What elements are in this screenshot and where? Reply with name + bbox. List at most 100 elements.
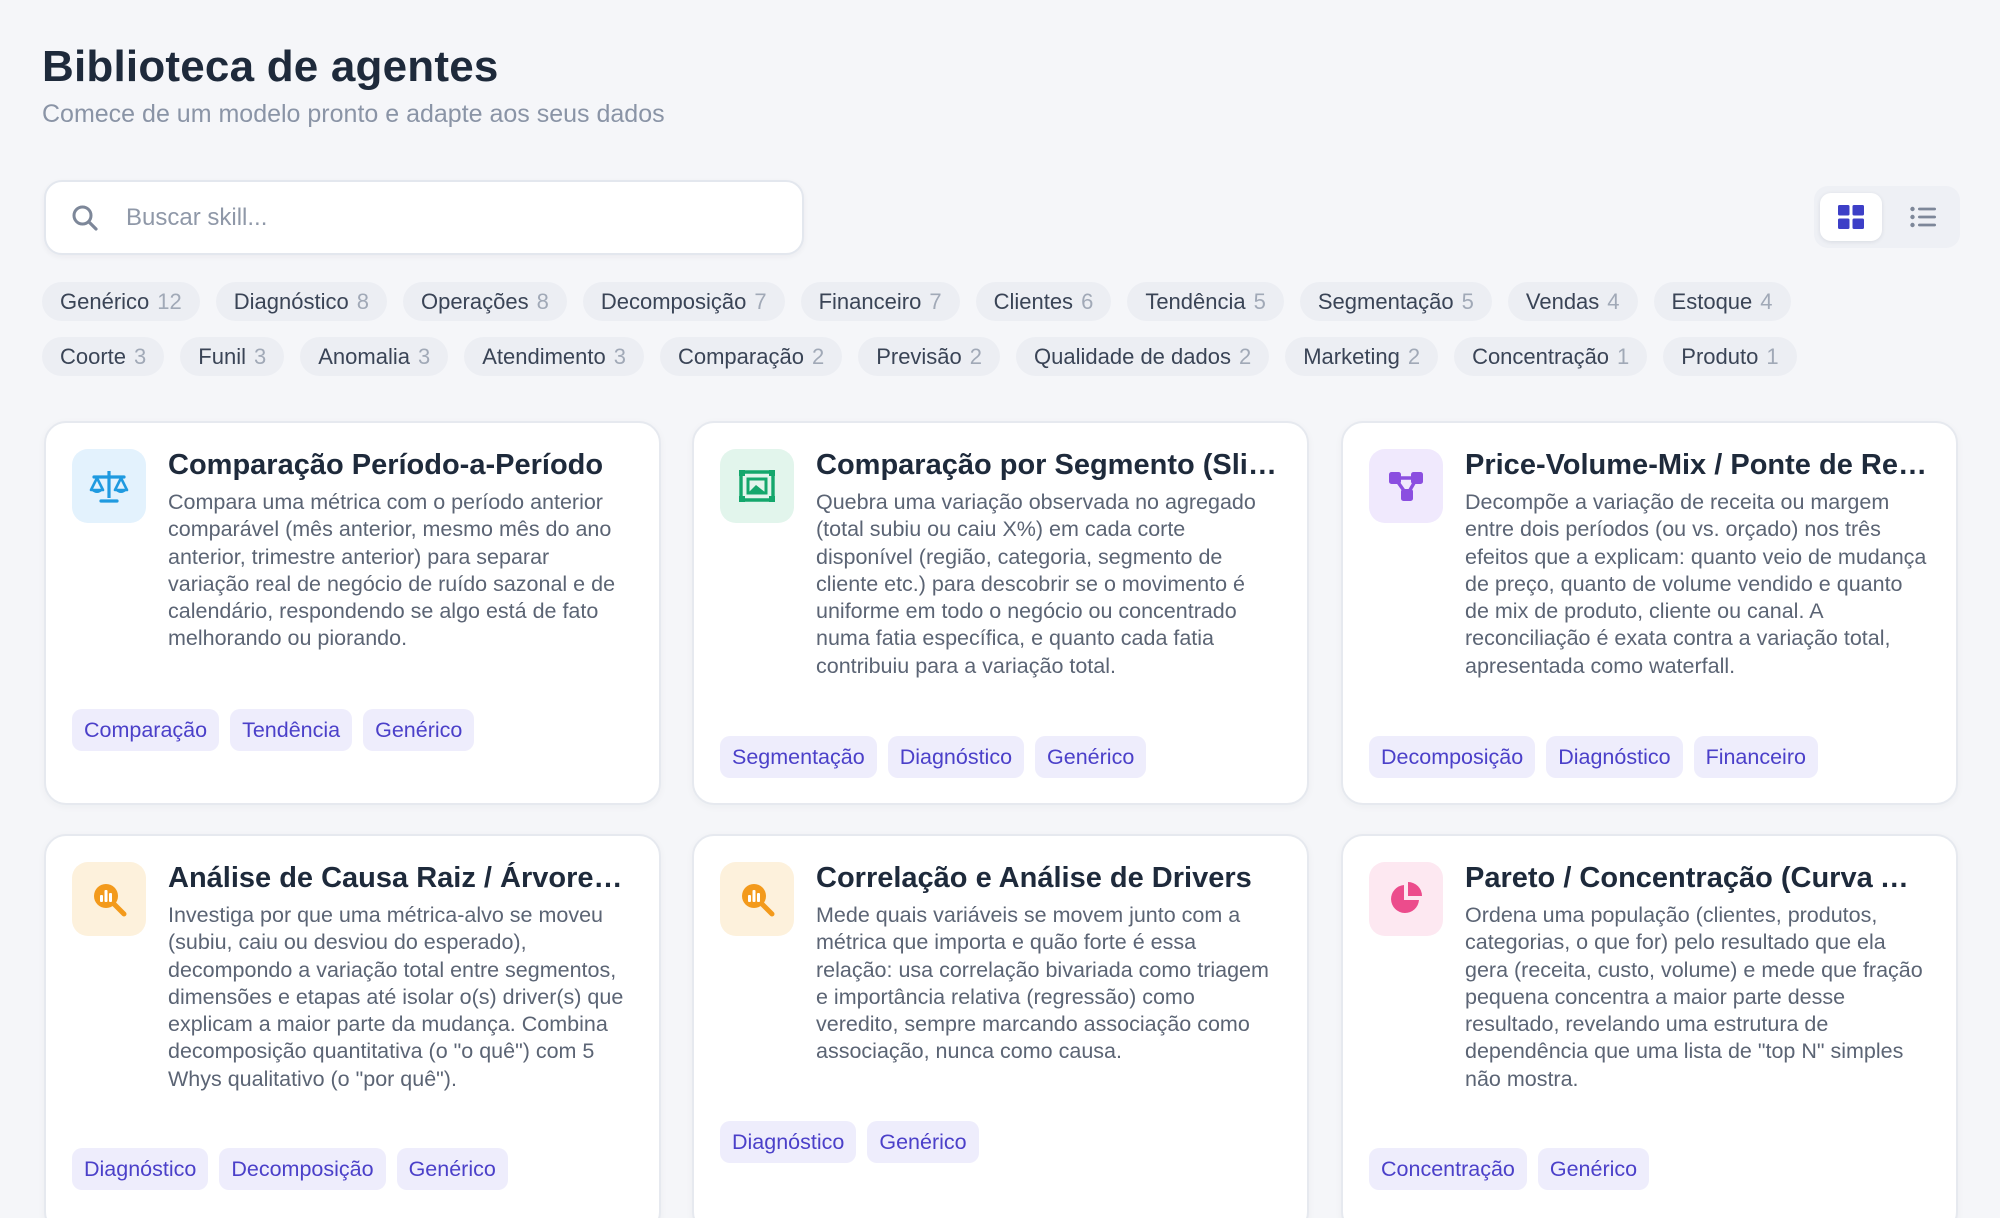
filter-chip[interactable]: Coorte 3 [42,337,165,376]
chip-label: Tendência [1145,288,1246,314]
card-description: Investiga por que uma métrica-alvo se mo… [168,903,624,1091]
chip-count: 8 [536,288,549,314]
card-tag[interactable]: Tendência [230,709,353,751]
segment-frame-icon [720,449,794,523]
chip-count: 5 [1461,288,1474,314]
chip-label: Vendas [1525,288,1600,314]
filter-chip[interactable]: Vendas 4 [1507,282,1638,321]
filter-chip[interactable]: Estoque 4 [1653,282,1791,321]
card-title: Análise de Causa Raiz / Árvore de Métric… [168,862,630,894]
filter-chip[interactable]: Marketing 2 [1285,337,1439,376]
chip-count: 2 [811,343,825,369]
filter-chip[interactable]: Tendência 5 [1127,282,1284,321]
balance-scale-icon [72,449,146,523]
chip-count: 3 [613,343,626,369]
chip-label: Diagnóstico [233,288,349,314]
filter-chip[interactable]: Operações 8 [402,282,567,321]
card-tag[interactable]: Decomposição [1369,736,1536,778]
card-tag[interactable]: Decomposição [219,1148,386,1190]
card-title: Comparação Período-a-Período [168,449,604,481]
chip-label: Atendimento [482,343,606,369]
card-tags: Diagnóstico Decomposição Genérico [72,1148,508,1190]
card-tag[interactable]: Financeiro [1693,736,1818,778]
chip-label: Segmentação [1317,288,1454,314]
filter-chip[interactable]: Concentração 1 [1454,337,1648,376]
filter-chip[interactable]: Diagnóstico 8 [215,282,387,321]
card-tag[interactable]: Segmentação [720,736,877,778]
card-tag[interactable]: Genérico [396,1148,508,1190]
card-description: Compara uma métrica com o período anteri… [168,490,616,651]
chip-label: Decomposição [600,288,747,314]
card-tag[interactable]: Diagnóstico [720,1121,857,1163]
chip-label: Comparação [677,343,804,369]
filter-chip[interactable]: Produto 1 [1663,337,1797,376]
filter-chip[interactable]: Qualidade de dados 2 [1016,337,1270,376]
chip-label: Operações [420,288,529,314]
card-title: Price-Volume-Mix / Ponte de Receita [1465,449,1927,481]
filter-row-2: Coorte 3 Funil 3 Anomalia 3 Atendimento 3 Co… [42,337,1958,376]
search-icon [70,203,100,233]
card-tag[interactable]: Comparação [72,709,220,751]
view-toggle [1814,186,1960,248]
category-filters: Genérico 12 Diagnóstico 8 Operações 8 Decom… [42,282,1958,392]
chip-count: 1 [1617,343,1630,369]
card-tag[interactable]: Diagnóstico [72,1148,209,1190]
card-tag[interactable]: Concentração [1369,1148,1527,1190]
search-input[interactable] [126,203,746,232]
card-description: Mede quais variáveis se movem junto com … [816,903,1269,1064]
chip-label: Concentração [1472,343,1610,369]
list-view-button[interactable] [1892,193,1954,241]
grid-view-icon [1838,205,1864,229]
filter-chip[interactable]: Clientes 6 [975,282,1112,321]
filter-chip[interactable]: Funil 3 [180,337,285,376]
filter-chip[interactable]: Atendimento 3 [464,337,644,376]
chip-count: 1 [1766,343,1779,369]
search-box[interactable] [44,180,804,255]
chip-count: 2 [1407,343,1421,369]
chip-count: 7 [754,288,767,314]
agent-card[interactable]: Comparação Período-a-Período Compara uma… [44,421,661,805]
agent-card[interactable]: Correlação e Análise de Drivers Mede qua… [692,834,1309,1218]
card-description: Ordena uma população (clientes, produtos… [1465,903,1923,1091]
chip-label: Previsão [876,343,962,369]
card-tags: Diagnóstico Genérico [720,1121,979,1163]
card-tag[interactable]: Diagnóstico [1546,736,1683,778]
card-tags: Decomposição Diagnóstico Financeiro [1369,736,1818,778]
chip-label: Produto [1681,343,1759,369]
filter-chip[interactable]: Comparação 2 [659,337,843,376]
chip-count: 4 [1760,288,1773,314]
filter-chip[interactable]: Previsão 2 [858,337,1001,376]
filter-chip[interactable]: Genérico 12 [42,282,200,321]
card-tags: Comparação Tendência Genérico [72,709,475,751]
list-view-icon [1910,206,1936,228]
chip-label: Qualidade de dados [1034,343,1231,369]
agent-card[interactable]: Análise de Causa Raiz / Árvore de Métric… [44,834,661,1218]
filter-chip[interactable]: Financeiro 7 [800,282,960,321]
card-tag[interactable]: Genérico [1537,1148,1650,1190]
card-title: Correlação e Análise de Drivers [816,862,1252,894]
agent-card[interactable]: Pareto / Concentração (Curva ABC) Ordena… [1341,834,1958,1218]
chip-label: Genérico [60,288,150,314]
filter-chip[interactable]: Decomposição 7 [582,282,785,321]
card-tags: Concentração Genérico [1369,1148,1650,1190]
filter-row-1: Genérico 12 Diagnóstico 8 Operações 8 Decom… [42,282,1958,321]
card-tag[interactable]: Genérico [1035,736,1147,778]
magnifier-chart-icon [720,862,794,936]
chip-count: 3 [134,343,147,369]
card-title: Comparação por Segmento (Slice-and-Dice) [816,449,1278,481]
filter-chip[interactable]: Segmentação 5 [1299,282,1492,321]
chip-label: Clientes [993,288,1074,314]
card-tags: Segmentação Diagnóstico Genérico [720,736,1147,778]
card-tag[interactable]: Genérico [867,1121,979,1163]
card-tag[interactable]: Genérico [363,709,475,751]
card-tag[interactable]: Diagnóstico [887,736,1025,778]
chip-count: 7 [929,288,942,314]
grid-view-button[interactable] [1820,193,1882,241]
filter-chip[interactable]: Anomalia 3 [300,337,449,376]
chip-label: Funil [198,343,246,369]
agent-card[interactable]: Comparação por Segmento (Slice-and-Dice)… [692,421,1309,805]
chip-count: 6 [1081,288,1094,314]
chip-label: Coorte [60,343,127,369]
chip-label: Anomalia [318,343,410,369]
agent-card[interactable]: Price-Volume-Mix / Ponte de Receita Deco… [1341,421,1958,805]
